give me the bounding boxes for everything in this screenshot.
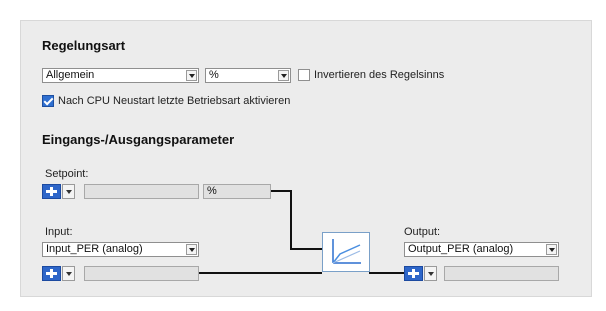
setpoint-wire-to-controller <box>290 248 322 250</box>
chevron-down-icon[interactable] <box>278 70 289 81</box>
input-field[interactable] <box>84 266 199 281</box>
output-connector[interactable] <box>404 266 437 281</box>
unit-select-value: % <box>209 69 219 81</box>
input-connector[interactable] <box>42 266 75 281</box>
setpoint-field[interactable] <box>84 184 199 199</box>
pid-controller-icon <box>322 232 370 272</box>
invert-checkbox[interactable] <box>298 69 310 81</box>
output-wire <box>369 272 404 274</box>
control-type-select-value: Allgemein <box>46 69 95 81</box>
setpoint-unit: % <box>207 185 217 197</box>
chevron-down-icon[interactable] <box>62 184 75 199</box>
interconnection-icon[interactable] <box>42 266 61 281</box>
setpoint-wire-vertical <box>290 190 292 250</box>
restart-checkbox[interactable] <box>42 95 54 107</box>
output-select[interactable]: Output_PER (analog) <box>404 242 559 257</box>
output-label: Output: <box>404 226 441 238</box>
setpoint-wire <box>271 190 291 192</box>
input-label: Input: <box>45 226 73 238</box>
setpoint-unit-field: % <box>203 184 271 199</box>
section-title-io-params: Eingangs-/Ausgangsparameter <box>42 132 235 147</box>
setpoint-connector[interactable] <box>42 184 75 199</box>
chevron-down-icon[interactable] <box>546 244 557 255</box>
settings-panel: Regelungsart Allgemein % Invertieren des… <box>20 20 592 297</box>
chevron-down-icon[interactable] <box>186 70 197 81</box>
control-type-select[interactable]: Allgemein <box>42 68 199 83</box>
chevron-down-icon[interactable] <box>424 266 437 281</box>
chevron-down-icon[interactable] <box>62 266 75 281</box>
input-select[interactable]: Input_PER (analog) <box>42 242 199 257</box>
chevron-down-icon[interactable] <box>186 244 197 255</box>
input-wire <box>199 272 322 274</box>
unit-select[interactable]: % <box>205 68 291 83</box>
setpoint-label: Setpoint: <box>45 168 89 180</box>
output-field[interactable] <box>444 266 559 281</box>
invert-label: Invertieren des Regelsinns <box>314 69 445 81</box>
interconnection-icon[interactable] <box>404 266 423 281</box>
input-select-value: Input_PER (analog) <box>46 243 143 255</box>
interconnection-icon[interactable] <box>42 184 61 199</box>
section-title-control-type: Regelungsart <box>42 38 126 53</box>
pid-curve-icon <box>332 239 361 264</box>
output-select-value: Output_PER (analog) <box>408 243 514 255</box>
restart-label: Nach CPU Neustart letzte Betriebsart akt… <box>58 95 291 107</box>
